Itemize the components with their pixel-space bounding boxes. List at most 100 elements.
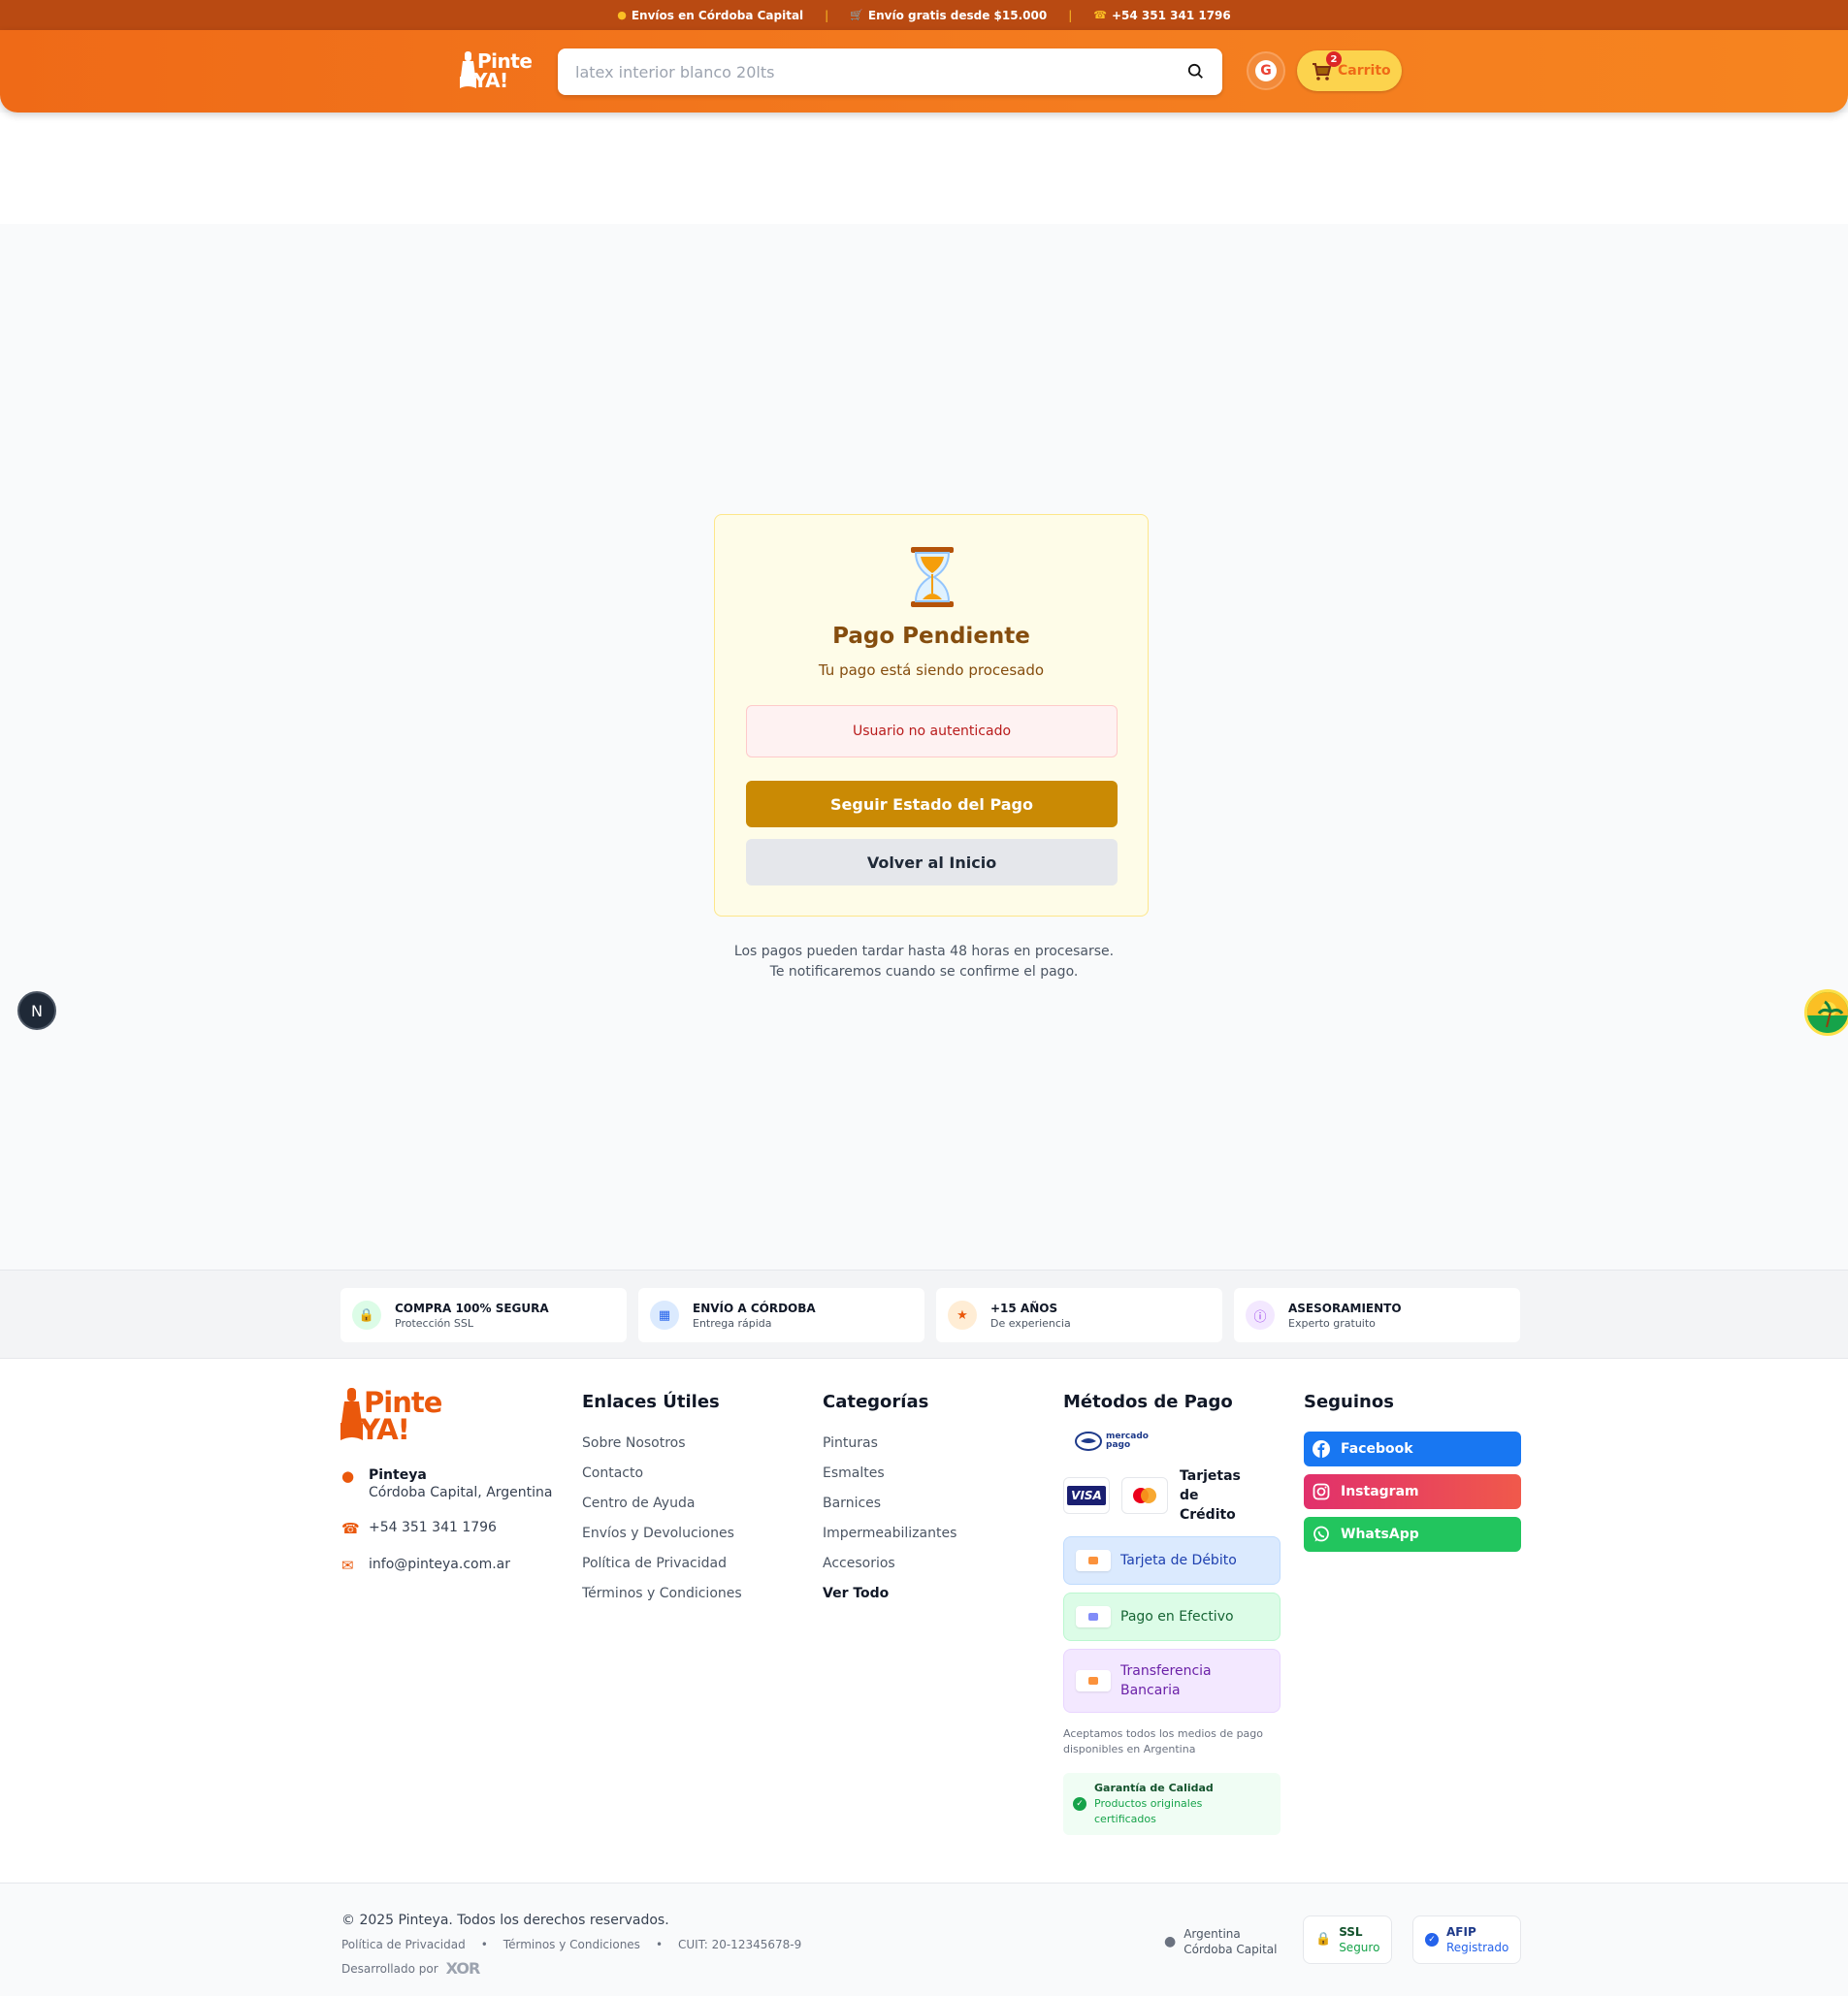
trust-subtitle: De experiencia (990, 1316, 1071, 1330)
guarantee-title: Garantía de Calidad (1094, 1782, 1214, 1794)
bank-icon (1076, 1670, 1111, 1691)
track-payment-button[interactable]: Seguir Estado del Pago (746, 781, 1118, 827)
privacy-link[interactable]: Política de Privacidad (341, 1938, 466, 1951)
transfer-option[interactable]: Transferencia Bancaria (1063, 1649, 1281, 1713)
shipping-text: Envíos en Córdoba Capital (631, 8, 804, 22)
truck-icon: ▦ (650, 1301, 679, 1330)
note-line-2: Te notificaremos cuando se confirme el p… (769, 964, 1079, 980)
info-icon: ⓘ (1246, 1301, 1275, 1330)
debit-card-option[interactable]: Tarjeta de Débito (1063, 1536, 1281, 1585)
header-spacer (0, 113, 1848, 224)
cash-label: Pago en Efectivo (1120, 1609, 1234, 1625)
search-icon[interactable] (1187, 63, 1205, 80)
location-pin-icon: ● (341, 1467, 355, 1485)
link-terms[interactable]: Términos y Condiciones (582, 1586, 742, 1601)
category-paints[interactable]: Pinturas (823, 1435, 956, 1451)
afip-badge: ✓ AFIP Registrado (1412, 1916, 1522, 1964)
location-info: ● Argentina Córdoba Capital (1164, 1926, 1277, 1957)
debit-card-icon (1076, 1550, 1111, 1571)
link-contact[interactable]: Contacto (582, 1465, 742, 1481)
category-accessories[interactable]: Accesorios (823, 1556, 956, 1571)
cash-icon (1076, 1606, 1111, 1627)
mail-icon: ✉ (341, 1557, 354, 1574)
phone-info[interactable]: ☎ +54 351 341 1796 (1093, 9, 1231, 22)
search-bar (558, 48, 1222, 95)
trust-card-shipping: ▦ ENVÍO A CÓRDOBA Entrega rápida (638, 1288, 924, 1342)
cuit-text: CUIT: 20-12345678-9 (678, 1938, 802, 1951)
afip-title: AFIP (1446, 1925, 1476, 1939)
payment-status-card: Pago Pendiente Tu pago está siendo proce… (714, 514, 1149, 917)
facebook-label: Facebook (1341, 1441, 1413, 1457)
location-city: Córdoba Capital (1183, 1943, 1278, 1956)
footer-phone: +54 351 341 1796 (369, 1520, 497, 1535)
page-title: Pago Pendiente (832, 624, 1030, 649)
shipping-info: ● Envíos en Córdoba Capital (617, 9, 803, 22)
trust-badges: 🔒 COMPRA 100% SEGURA Protección SSL ▦ EN… (0, 1270, 1848, 1359)
category-waterproofing[interactable]: Impermeabilizantes (823, 1526, 956, 1541)
category-view-all[interactable]: Ver Todo (823, 1586, 956, 1601)
footer-bottom-bar: © 2025 Pinteya. Todos los derechos reser… (0, 1883, 1848, 1996)
handshake-icon (1075, 1432, 1102, 1451)
quality-guarantee: ✓ Garantía de Calidad Productos original… (1063, 1773, 1281, 1835)
hourglass-icon (911, 547, 954, 607)
processing-note: Los pagos pueden tardar hasta 48 horas e… (0, 942, 1848, 982)
trust-card-secure: 🔒 COMPRA 100% SEGURA Protección SSL (340, 1288, 627, 1342)
note-line-1: Los pagos pueden tardar hasta 48 horas e… (733, 944, 1115, 959)
facebook-button[interactable]: Facebook (1304, 1432, 1521, 1466)
main-content: Pago Pendiente Tu pago está siendo proce… (0, 224, 1848, 1271)
floating-beach-widget[interactable] (1804, 989, 1848, 1036)
trust-title: ENVÍO A CÓRDOBA (693, 1301, 816, 1315)
terms-link[interactable]: Términos y Condiciones (503, 1938, 640, 1951)
location-pin-icon: ● (1164, 1934, 1177, 1949)
trust-card-advice: ⓘ ASESORAMIENTO Experto gratuito (1234, 1288, 1520, 1342)
phone-text: +54 351 341 1796 (1111, 8, 1231, 22)
site-header: Pinte YA! G 2 Carrito (0, 30, 1848, 113)
ssl-title: SSL (1339, 1925, 1363, 1939)
category-enamels[interactable]: Esmaltes (823, 1465, 956, 1481)
trust-card-experience: ★ +15 AÑOS De experiencia (936, 1288, 1222, 1342)
site-footer: Pinte YA! ● Pinteya Córdoba Capital, Arg… (0, 1359, 1848, 1883)
footer-email: info@pinteya.com.ar (369, 1557, 511, 1572)
categories-title: Categorías (823, 1392, 929, 1412)
link-help[interactable]: Centro de Ayuda (582, 1496, 742, 1511)
lock-icon: 🔒 (1315, 1932, 1332, 1947)
free-shipping-info: 🛒 Envío gratis desde $15.000 (850, 9, 1047, 22)
logo-text-bottom: YA! (473, 69, 508, 92)
check-circle-icon: ✓ (1073, 1797, 1086, 1811)
link-shipping[interactable]: Envíos y Devoluciones (582, 1526, 742, 1541)
nextjs-dev-button[interactable]: N (17, 991, 56, 1030)
cash-option[interactable]: Pago en Efectivo (1063, 1593, 1281, 1641)
visa-icon: VISA (1063, 1477, 1110, 1514)
beach-icon (1807, 992, 1848, 1033)
guarantee-text: Productos originales certificados (1094, 1797, 1203, 1825)
email-row[interactable]: ✉ info@pinteya.com.ar (341, 1557, 553, 1574)
location-country: Argentina (1183, 1927, 1241, 1941)
mp-text-2: pago (1106, 1440, 1131, 1450)
ssl-subtitle: Seguro (1339, 1941, 1380, 1954)
developed-by-label: Desarrollado por (341, 1961, 438, 1976)
link-privacy[interactable]: Política de Privacidad (582, 1556, 742, 1571)
google-icon: G (1255, 60, 1277, 81)
category-varnishes[interactable]: Barnices (823, 1496, 956, 1511)
search-input[interactable] (575, 62, 1187, 81)
back-home-button[interactable]: Volver al Inicio (746, 839, 1118, 885)
whatsapp-button[interactable]: WhatsApp (1304, 1517, 1521, 1552)
xor-logo[interactable]: XOR (446, 1959, 481, 1978)
cart-icon: 🛒 (850, 9, 863, 21)
instagram-button[interactable]: Instagram (1304, 1474, 1521, 1509)
phone-row[interactable]: ☎ +54 351 341 1796 (341, 1520, 553, 1537)
ssl-badge: 🔒 SSL Seguro (1303, 1916, 1393, 1964)
trust-subtitle: Experto gratuito (1288, 1316, 1376, 1330)
free-shipping-text: Envío gratis desde $15.000 (867, 8, 1048, 22)
site-logo[interactable]: Pinte YA! (460, 49, 537, 92)
address-row: ● Pinteya Córdoba Capital, Argentina (341, 1467, 553, 1500)
separator: | (1068, 8, 1073, 22)
instagram-icon (1312, 1482, 1331, 1501)
google-login-button[interactable]: G (1247, 51, 1285, 90)
cart-button[interactable]: 2 Carrito (1297, 50, 1402, 91)
link-about[interactable]: Sobre Nosotros (582, 1435, 742, 1451)
company-address: Córdoba Capital, Argentina (369, 1485, 553, 1500)
verified-check-icon: ✓ (1425, 1933, 1439, 1947)
visa-text: VISA (1067, 1486, 1106, 1505)
location-pin-icon: ● (617, 9, 627, 21)
